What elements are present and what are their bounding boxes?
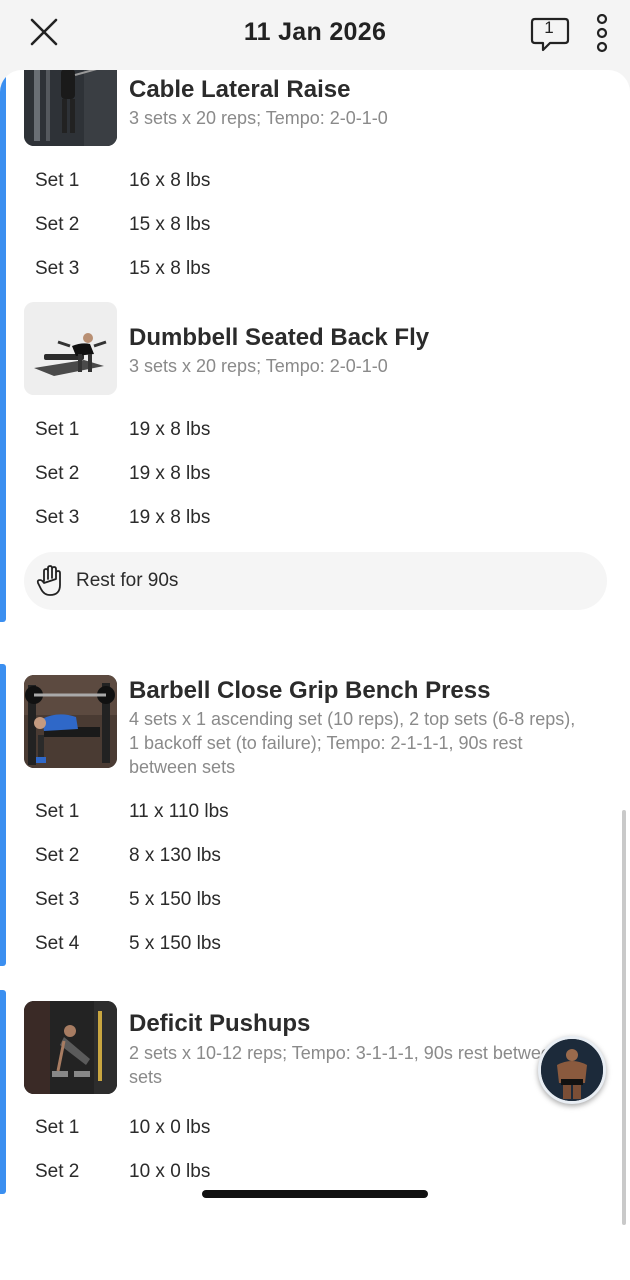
set-row[interactable]: Set 1 19 x 8 lbs: [0, 419, 630, 449]
exercise-name: Barbell Close Grip Bench Press: [129, 677, 491, 704]
exercise-thumbnail: [24, 70, 117, 146]
rest-label: Rest for 90s: [76, 570, 179, 591]
home-indicator: [202, 1190, 428, 1198]
set-label: Set 2: [35, 1161, 80, 1182]
set-value: 11 x 110 lbs: [129, 801, 229, 822]
set-label: Set 2: [35, 845, 80, 866]
set-label: Set 1: [35, 170, 80, 191]
exercise-thumbnail: [24, 302, 117, 395]
exercise-description: 2 sets x 10-12 reps; Tempo: 3-1-1-1, 90s…: [129, 1043, 561, 1087]
comments-button[interactable]: 1: [530, 16, 570, 52]
set-label: Set 4: [35, 933, 80, 954]
exercise-thumbnail: [24, 675, 117, 768]
set-label: Set 3: [35, 889, 80, 910]
more-vertical-icon: [596, 13, 608, 53]
more-options-button[interactable]: [590, 13, 614, 54]
rest-timer[interactable]: Rest for 90s: [24, 552, 607, 610]
set-value: 15 x 8 lbs: [129, 258, 211, 279]
set-value: 10 x 0 lbs: [129, 1161, 211, 1182]
set-row[interactable]: Set 4 5 x 150 lbs: [0, 933, 630, 963]
exercise-name: Deficit Pushups: [129, 1010, 311, 1037]
exercise-description: 4 sets x 1 ascending set (10 reps), 2 to…: [129, 709, 576, 777]
set-row[interactable]: Set 3 15 x 8 lbs: [0, 258, 630, 288]
set-value: 5 x 150 lbs: [129, 933, 221, 954]
set-value: 19 x 8 lbs: [129, 419, 211, 440]
set-row[interactable]: Set 3 5 x 150 lbs: [0, 889, 630, 919]
coach-avatar-button[interactable]: [538, 1036, 606, 1104]
exercise-description: 3 sets x 20 reps; Tempo: 2-0-1-0: [129, 356, 388, 376]
set-value: 8 x 130 lbs: [129, 845, 221, 866]
scrollbar[interactable]: [622, 810, 626, 1225]
avatar: [541, 1039, 603, 1101]
set-label: Set 1: [35, 801, 80, 822]
set-row[interactable]: Set 2 15 x 8 lbs: [0, 214, 630, 244]
set-value: 10 x 0 lbs: [129, 1117, 211, 1138]
set-row[interactable]: Set 2 10 x 0 lbs: [0, 1161, 630, 1191]
set-label: Set 1: [35, 419, 80, 440]
set-row[interactable]: Set 3 19 x 8 lbs: [0, 507, 630, 537]
set-label: Set 3: [35, 507, 80, 528]
set-value: 16 x 8 lbs: [129, 170, 211, 191]
set-row[interactable]: Set 1 10 x 0 lbs: [0, 1117, 630, 1147]
set-row[interactable]: Set 1 16 x 8 lbs: [0, 170, 630, 200]
set-value: 15 x 8 lbs: [129, 214, 211, 235]
set-value: 5 x 150 lbs: [129, 889, 221, 910]
set-row[interactable]: Set 1 11 x 110 lbs: [0, 801, 630, 831]
workout-content[interactable]: Cable Lateral Raise 3 sets x 20 reps; Te…: [0, 70, 630, 1280]
set-row[interactable]: Set 2 8 x 130 lbs: [0, 845, 630, 875]
exercise-name: Dumbbell Seated Back Fly: [129, 324, 430, 351]
comment-count: 1: [544, 18, 554, 37]
set-row[interactable]: Set 2 19 x 8 lbs: [0, 463, 630, 493]
set-value: 19 x 8 lbs: [129, 463, 211, 484]
set-label: Set 1: [35, 1117, 80, 1138]
top-bar: 11 Jan 2026 1: [0, 0, 630, 70]
set-label: Set 3: [35, 258, 80, 279]
superset-indicator: [0, 70, 6, 622]
set-label: Set 2: [35, 214, 80, 235]
exercise-name: Cable Lateral Raise: [129, 76, 351, 103]
hand-icon: [36, 565, 61, 596]
exercise-thumbnail: [24, 1001, 117, 1094]
set-value: 19 x 8 lbs: [129, 507, 211, 528]
set-label: Set 2: [35, 463, 80, 484]
exercise-description: 3 sets x 20 reps; Tempo: 2-0-1-0: [129, 108, 388, 128]
